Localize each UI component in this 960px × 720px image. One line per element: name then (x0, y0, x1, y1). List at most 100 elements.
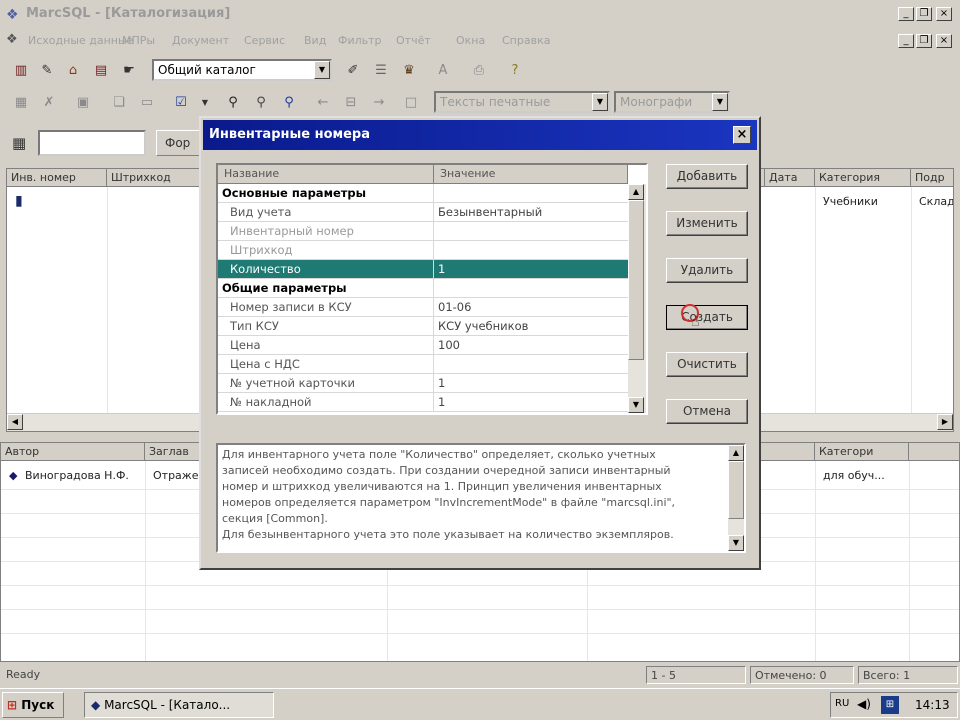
paste-icon[interactable]: ▭ (136, 91, 158, 113)
parameter-row[interactable]: Вид учета Безынвентарный (218, 203, 628, 222)
document-icon[interactable]: ⊟ (340, 91, 362, 113)
open-folder-icon[interactable]: ⌂ (62, 59, 84, 81)
parameter-value[interactable] (434, 241, 628, 260)
parameter-value[interactable]: КСУ учебников (434, 317, 628, 336)
cancel-button[interactable]: Отмена (666, 399, 748, 424)
scroll-down-icon[interactable]: ▼ (728, 535, 744, 551)
checklist-icon[interactable]: ☑ (170, 91, 192, 113)
column-header-category[interactable]: Категория (815, 169, 911, 187)
arrow-right-icon[interactable]: → (368, 91, 390, 113)
book-stack-icon[interactable]: ▤ (90, 59, 112, 81)
menu-item-report[interactable]: Отчёт (396, 34, 431, 47)
scroll-up-icon[interactable]: ▲ (728, 445, 744, 461)
child-minimize-button[interactable]: _ (898, 34, 914, 48)
start-button[interactable]: ⊞ Пуск (2, 692, 64, 718)
parameter-value[interactable]: 1 (434, 393, 628, 412)
material-type-select[interactable]: Тексты печатные ▼ (434, 91, 610, 113)
scroll-down-icon[interactable]: ▼ (628, 397, 644, 413)
scroll-thumb[interactable] (728, 461, 744, 519)
brush-icon[interactable]: ✐ (342, 59, 364, 81)
menu-item-windows[interactable]: Окна (456, 34, 485, 47)
parameter-row[interactable]: Тип КСУ КСУ учебников (218, 317, 628, 336)
copy-icon[interactable]: ❏ (108, 91, 130, 113)
parameter-value[interactable]: 1 (434, 374, 628, 393)
find-marked-icon[interactable]: ⚲ (278, 91, 300, 113)
scroll-right-icon[interactable]: ▶ (937, 414, 953, 430)
find-next-icon[interactable]: ⚲ (250, 91, 272, 113)
print-icon[interactable]: ⎙ (468, 59, 490, 81)
scroll-up-icon[interactable]: ▲ (628, 184, 644, 200)
menu-item-source-data[interactable]: Исходные данные (28, 34, 133, 47)
parameter-value[interactable]: Безынвентарный (434, 203, 628, 222)
network-icon[interactable]: ⊞ (881, 696, 899, 714)
parameter-row[interactable]: № учетной карточки 1 (218, 374, 628, 393)
delete-button[interactable]: Удалить (666, 258, 748, 283)
dropdown-arrow-icon[interactable]: ▼ (194, 91, 216, 113)
column-header-date[interactable]: Дата (765, 169, 815, 187)
scroll-thumb[interactable] (628, 200, 644, 360)
database-icon[interactable]: ☰ (370, 59, 392, 81)
child-close-button[interactable]: × (936, 34, 952, 48)
crown-icon[interactable]: ♛ (398, 59, 420, 81)
save-icon[interactable]: ▣ (72, 91, 94, 113)
font-icon[interactable]: A (432, 59, 454, 81)
restore-button[interactable]: ❐ (916, 7, 932, 21)
task-button-marcsql[interactable]: ◆ MarcSQL - [Катало... (84, 692, 274, 718)
column-header-inv-number[interactable]: Инв. номер (7, 169, 107, 187)
dialog-close-button[interactable]: × (733, 126, 751, 144)
column-header-barcode[interactable]: Штрихкод (107, 169, 207, 187)
column-header-subdivision[interactable]: Подр (911, 169, 953, 187)
column-header-value[interactable]: Значение (434, 165, 628, 184)
parameter-row[interactable]: Штрихкод (218, 241, 628, 260)
vertical-scrollbar[interactable]: ▲ ▼ (628, 184, 646, 413)
column-header-title[interactable]: Заглав (145, 443, 201, 461)
description-scrollbar[interactable]: ▲ ▼ (728, 445, 744, 551)
create-button[interactable]: Создать (666, 305, 748, 330)
open-book-icon[interactable]: ✎ (36, 59, 58, 81)
parameter-row[interactable]: Номер записи в КСУ 01-06 (218, 298, 628, 317)
speaker-icon[interactable]: ◀) (857, 697, 871, 711)
menu-item-document[interactable]: Документ (172, 34, 229, 47)
language-indicator[interactable]: RU (835, 698, 849, 709)
calendar-icon[interactable]: ▦ (12, 134, 26, 152)
menu-item-mpr[interactable]: МПРы (122, 34, 155, 47)
close-button[interactable]: × (936, 7, 952, 21)
minimize-button[interactable]: _ (898, 7, 914, 21)
scroll-left-icon[interactable]: ◀ (7, 414, 23, 430)
menu-item-service[interactable]: Сервис (244, 34, 285, 47)
books-icon[interactable]: ▥ (10, 59, 32, 81)
parameter-value[interactable]: 100 (434, 336, 628, 355)
square-icon[interactable]: □ (400, 91, 422, 113)
parameter-value[interactable] (434, 184, 628, 203)
parameter-value[interactable]: 1 (434, 260, 628, 279)
binoculars-icon[interactable]: ⚲ (222, 91, 244, 113)
child-restore-button[interactable]: ❐ (916, 34, 932, 48)
clear-button[interactable]: Очистить (666, 352, 748, 377)
parameter-row[interactable]: Цена 100 (218, 336, 628, 355)
parameter-group-row[interactable]: Основные параметры (218, 184, 628, 203)
menu-item-filter[interactable]: Фильтр (338, 34, 382, 47)
help-icon[interactable]: ? (504, 59, 526, 81)
menu-item-help[interactable]: Справка (502, 34, 550, 47)
catalog-select[interactable]: Общий каталог ▼ (152, 59, 332, 81)
menu-item-view[interactable]: Вид (304, 34, 326, 47)
parameter-value[interactable] (434, 279, 628, 298)
chevron-down-icon[interactable]: ▼ (314, 61, 330, 79)
column-header-category[interactable]: Категори (815, 443, 909, 461)
parameter-group-row[interactable]: Общие параметры (218, 279, 628, 298)
hand-icon[interactable]: ☛ (118, 59, 140, 81)
edit-icon[interactable]: ✗ (38, 91, 60, 113)
parameter-value[interactable] (434, 222, 628, 241)
parameter-value[interactable]: 01-06 (434, 298, 628, 317)
parameter-value[interactable] (434, 355, 628, 374)
parameter-row[interactable]: № накладной 1 (218, 393, 628, 412)
arrow-left-icon[interactable]: ← (312, 91, 334, 113)
parameter-row[interactable]: Инвентарный номер (218, 222, 628, 241)
add-button[interactable]: Добавить (666, 164, 748, 189)
chevron-down-icon[interactable]: ▼ (712, 93, 728, 111)
change-button[interactable]: Изменить (666, 211, 748, 236)
grid-icon[interactable]: ▦ (10, 91, 32, 113)
column-header-name[interactable]: Название (218, 165, 434, 184)
publication-type-select[interactable]: Монографи ▼ (614, 91, 730, 113)
parameter-row[interactable]: Количество 1 (218, 260, 628, 279)
